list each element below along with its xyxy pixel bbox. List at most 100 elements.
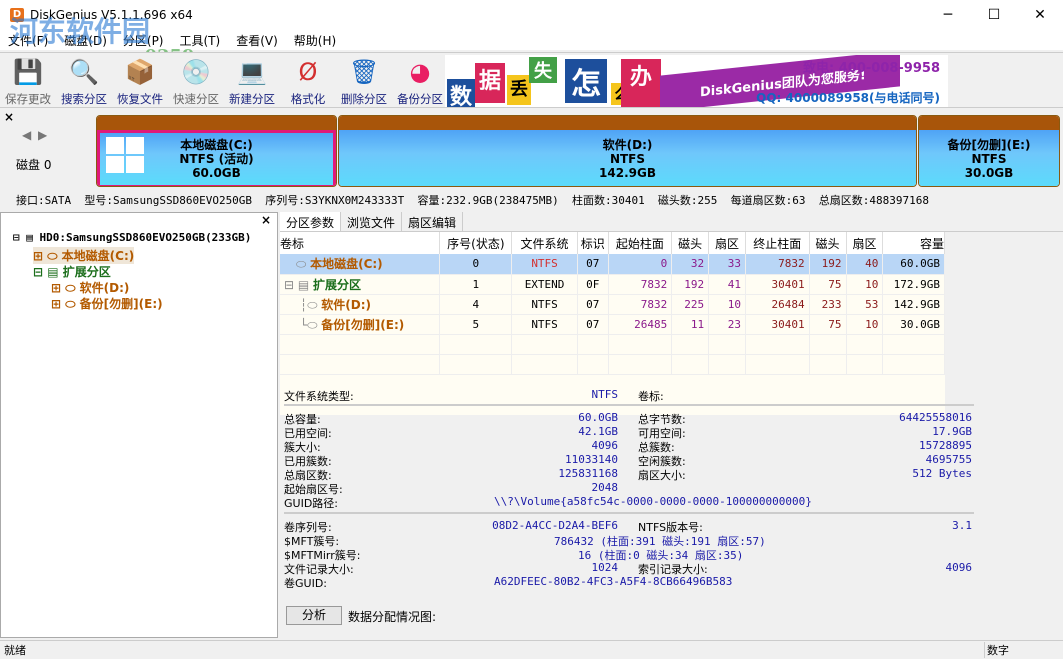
column-header[interactable]: 扇区 — [709, 232, 746, 254]
cell: 32 — [672, 254, 709, 274]
column-header[interactable]: 终止柱面 — [746, 232, 810, 254]
laptop-icon: 💻 — [237, 57, 267, 87]
cell: 192 — [809, 254, 846, 274]
menu-help[interactable]: 帮助(H) — [294, 32, 336, 49]
cell: 26485 — [608, 314, 672, 334]
column-header[interactable]: 磁头 — [809, 232, 846, 254]
column-header[interactable]: 磁头 — [672, 232, 709, 254]
ad-banner[interactable]: 数 据 丢 失 怎 么 办 DiskGenius团队为您服务! 致电: 400-… — [445, 55, 948, 107]
partition-block-c[interactable]: 本地磁盘(C:) NTFS (活动) 60.0GB — [96, 115, 337, 187]
title-bar: D DiskGenius V5.1.1.696 x64 ─ ☐ ✕ — [0, 0, 1063, 30]
menu-disk[interactable]: 磁盘(D) — [64, 32, 107, 49]
cell: 26484 — [746, 294, 810, 314]
volume-label: 扩展分区 — [313, 278, 361, 292]
toolbar-label: 新建分区 — [229, 91, 275, 107]
column-header[interactable]: 标识 — [577, 232, 608, 254]
volume-label: 软件(D:) — [321, 298, 371, 312]
save-icon: 💾 — [13, 57, 43, 87]
cell: 75 — [809, 274, 846, 294]
toolbar-label: 快速分区 — [173, 91, 219, 107]
banner-qq: QQ: 4000089958(与电话同号) — [756, 89, 940, 106]
column-header[interactable]: 序号(状态) — [440, 232, 512, 254]
empty-row — [280, 334, 945, 354]
toolbar-backup-button[interactable]: ◕备份分区 — [392, 53, 448, 107]
column-header[interactable]: 起始柱面 — [608, 232, 672, 254]
table-row[interactable]: ⬭ 本地磁盘(C:)0NTFS070323378321924060.0GB — [280, 254, 945, 274]
table-row[interactable]: ⊟ ▤ 扩展分区1EXTEND0F783219241304017510172.9… — [280, 274, 945, 294]
cell: 172.9GB — [883, 274, 945, 294]
prev-disk-button[interactable]: ◀ — [22, 128, 31, 142]
cell: 30401 — [746, 314, 810, 334]
volume-name: ⊟ ▤ 扩展分区 — [280, 274, 440, 294]
partition-block-e[interactable]: 备份[勿删](E:) NTFS 30.0GB — [918, 115, 1060, 187]
detail-value: 512 Bytes — [844, 467, 972, 480]
column-header[interactable]: 扇区 — [846, 232, 883, 254]
detail-value: 4695755 — [844, 453, 972, 466]
trash-icon: 🗑 — [349, 57, 379, 87]
cell: 53 — [846, 294, 883, 314]
cell: 07 — [577, 294, 608, 314]
disk-tree-panel: × ⊟ ▤ HD0:SamsungSSD860EVO250GB(233GB) ⊞… — [0, 212, 278, 638]
detail-label: 扇区大小: — [638, 467, 686, 483]
toolbar-format-button[interactable]: Ø格式化 — [280, 53, 336, 107]
next-disk-button[interactable]: ▶ — [38, 128, 47, 142]
cell: 75 — [809, 314, 846, 334]
toolbar-laptop-button[interactable]: 💻 新建分区 — [224, 53, 280, 107]
column-header[interactable]: 文件系统 — [512, 232, 578, 254]
tree-label: 扩展分区 — [63, 265, 111, 279]
minimize-button[interactable]: ─ — [925, 0, 971, 30]
menu-partition[interactable]: 分区(P) — [123, 32, 164, 49]
tree-label: 备份[勿删](E:) — [80, 297, 163, 311]
tree-partition-e[interactable]: ⊞ ⬭ 备份[勿删](E:) — [51, 295, 163, 312]
cell: 07 — [577, 254, 608, 274]
partition-table: 卷标序号(状态)文件系统标识起始柱面磁头扇区终止柱面磁头扇区容量 ⬭ 本地磁盘(… — [280, 232, 945, 375]
detail-value: 08D2-A4CC-D2A4-BEF6 — [464, 519, 618, 532]
cell: 07 — [577, 314, 608, 334]
menu-file[interactable]: 文件(F) — [8, 32, 48, 49]
tree-partition-d[interactable]: ⊞ ⬭ 软件(D:) — [51, 279, 129, 296]
tab-browse-files[interactable]: 浏览文件 — [341, 212, 402, 231]
tab-sector-edit[interactable]: 扇区编辑 — [402, 212, 463, 231]
tree-extended[interactable]: ⊟ ▤ 扩展分区 — [33, 263, 111, 280]
analyze-button[interactable]: 分析 — [286, 606, 342, 625]
allocation-label: 数据分配情况图: — [348, 608, 436, 625]
partition-block-d[interactable]: 软件(D:) NTFS 142.9GB — [338, 115, 917, 187]
partition-fs: NTFS — [919, 152, 1059, 166]
recover-icon: 📦 — [125, 57, 155, 87]
tree-disk[interactable]: ⊟ ▤ HD0:SamsungSSD860EVO250GB(233GB) — [13, 231, 251, 244]
cell: NTFS — [512, 254, 578, 274]
banner-char: 失 — [529, 57, 557, 83]
close-button[interactable]: ✕ — [1017, 0, 1063, 30]
partition-fs: NTFS — [339, 152, 916, 166]
toolbar-search-button[interactable]: 🔍搜索分区 — [56, 53, 112, 107]
cell: 0F — [577, 274, 608, 294]
column-header[interactable]: 卷标 — [280, 232, 440, 254]
detail-label: GUID路径: — [284, 495, 338, 511]
status-text: 就绪 — [4, 642, 26, 658]
tree-partition-c[interactable]: ⊞ ⬭ 本地磁盘(C:) — [33, 247, 134, 264]
maximize-button[interactable]: ☐ — [971, 0, 1017, 30]
tab-partition-params[interactable]: 分区参数 — [280, 212, 341, 231]
toolbar-recover-button[interactable]: 📦恢复文件 — [112, 53, 168, 107]
table-row[interactable]: └⬭ 备份[勿删](E:)5NTFS0726485112330401751030… — [280, 314, 945, 334]
cell: EXTEND — [512, 274, 578, 294]
close-icon[interactable]: × — [4, 110, 14, 124]
cell: 10 — [846, 314, 883, 334]
partition-name: 软件(D:) — [339, 138, 916, 152]
partition-size: 142.9GB — [339, 166, 916, 180]
toolbar-trash-button[interactable]: 🗑删除分区 — [336, 53, 392, 107]
menu-tools[interactable]: 工具(T) — [180, 32, 221, 49]
toolbar-save-button[interactable]: 💾保存更改 — [0, 53, 56, 107]
detail-label: 卷标: — [638, 388, 664, 404]
close-icon[interactable]: × — [261, 213, 271, 227]
toolbar-disc-button[interactable]: 💿快速分区 — [168, 53, 224, 107]
cell: NTFS — [512, 314, 578, 334]
detail-label: 文件系统类型: — [284, 388, 354, 404]
table-row[interactable]: ┆⬭ 软件(D:)4NTFS077832225102648423353142.9… — [280, 294, 945, 314]
cell: 1 — [440, 274, 512, 294]
volume-label: 备份[勿删](E:) — [321, 318, 404, 332]
volume-name: ⬭ 本地磁盘(C:) — [280, 254, 440, 274]
windows-logo-icon — [106, 137, 144, 173]
column-header[interactable]: 容量 — [883, 232, 945, 254]
menu-view[interactable]: 查看(V) — [236, 32, 278, 49]
